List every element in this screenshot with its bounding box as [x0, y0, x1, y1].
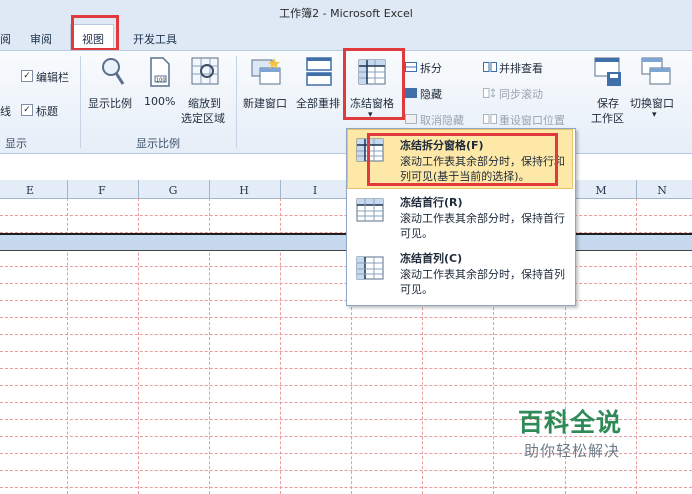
group-separator	[80, 56, 81, 148]
grid-row-line	[0, 487, 692, 488]
zoom-button[interactable]: 显示比例	[88, 95, 132, 111]
switch-windows-icon[interactable]	[640, 56, 672, 88]
freeze-first-column-icon	[356, 256, 384, 280]
freeze-panes-menu-desc: 滚动工作表其余部分时，保持行和列可见(基于当前的选择)。	[400, 155, 565, 183]
formula-bar-label: 编辑栏	[36, 71, 69, 84]
save-workspace-line1[interactable]: 保存	[597, 95, 619, 111]
zoom-selection-icon[interactable]	[190, 56, 220, 88]
reset-position-icon	[483, 114, 497, 124]
column-divider	[280, 180, 281, 198]
zoom-group-label: 显示比例	[136, 137, 180, 150]
column-header-m[interactable]: M	[591, 184, 611, 197]
column-header-i[interactable]: I	[305, 184, 325, 197]
tab-view[interactable]: 视图	[82, 31, 104, 47]
switch-windows-button[interactable]: 切换窗口	[630, 95, 674, 111]
freeze-top-row-title[interactable]: 冻结首行(R)	[400, 194, 463, 210]
new-window-icon[interactable]	[250, 56, 282, 88]
reset-position-button: 重设窗口位置	[499, 114, 565, 127]
freeze-top-row-icon	[356, 198, 384, 222]
switch-windows-dropdown-icon[interactable]: ▾	[652, 110, 657, 120]
column-divider	[138, 180, 139, 198]
freeze-panes-dropdown-icon[interactable]: ▾	[368, 110, 373, 120]
tab-partial[interactable]: 阅	[0, 31, 11, 47]
window-title: 工作簿2 - Microsoft Excel	[279, 7, 413, 20]
formula-bar-checkbox[interactable]: ✓	[21, 70, 33, 82]
grid-row-line	[0, 351, 692, 352]
freeze-first-column-desc: 滚动工作表其余部分时，保持首列可见。	[400, 268, 565, 296]
side-by-side-icon[interactable]	[483, 62, 497, 72]
column-header-h[interactable]: H	[234, 184, 254, 197]
split-button[interactable]: 拆分	[420, 60, 442, 76]
unhide-button: 取消隐藏	[420, 114, 464, 127]
new-window-button[interactable]: 新建窗口	[243, 95, 287, 111]
column-header-n[interactable]: N	[652, 184, 672, 197]
save-workspace-line2[interactable]: 工作区	[591, 110, 624, 126]
grid-row-line	[0, 317, 692, 318]
headings-checkbox[interactable]: ✓	[21, 104, 33, 116]
column-divider	[67, 180, 68, 198]
column-header-f[interactable]: F	[92, 184, 112, 197]
column-header-g[interactable]: G	[163, 184, 183, 197]
grid-row-line	[0, 470, 692, 471]
side-by-side-button[interactable]: 并排查看	[499, 60, 543, 76]
headings-label: 标题	[36, 105, 58, 118]
magnifier-icon[interactable]	[100, 56, 126, 88]
tab-review[interactable]: 审阅	[30, 31, 52, 47]
zoom-100-icon[interactable]: 100	[148, 56, 172, 88]
column-divider	[636, 180, 637, 198]
arrange-all-icon[interactable]	[305, 56, 333, 88]
freeze-panes-button[interactable]: 冻结窗格	[350, 95, 394, 111]
tab-developer[interactable]: 开发工具	[133, 31, 177, 47]
zoom-selection-line2[interactable]: 选定区域	[181, 110, 225, 126]
column-divider	[209, 180, 210, 198]
gridlines-label-partial: 线	[0, 105, 11, 118]
freeze-panes-menu-title: 冻结拆分窗格(F)	[400, 139, 484, 152]
column-header-e[interactable]: E	[20, 184, 40, 197]
unhide-icon	[405, 114, 417, 124]
hide-icon[interactable]	[405, 88, 417, 98]
hide-button[interactable]: 隐藏	[420, 86, 442, 102]
svg-text:100: 100	[156, 78, 166, 84]
sync-scroll-icon	[483, 88, 496, 98]
watermark-title: 百科全说	[518, 408, 623, 437]
sync-scroll-button: 同步滚动	[499, 88, 543, 101]
grid-row-line	[0, 368, 692, 369]
zoom-100-button[interactable]: 100%	[144, 95, 175, 108]
save-workspace-icon[interactable]	[593, 56, 623, 88]
freeze-first-column-title[interactable]: 冻结首列(C)	[400, 250, 462, 266]
group-separator	[236, 56, 237, 148]
grid-row-line	[0, 385, 692, 386]
grid-row-line	[0, 334, 692, 335]
show-group-label: 显示	[5, 137, 27, 150]
split-icon[interactable]	[405, 62, 417, 72]
zoom-selection-line1[interactable]: 缩放到	[188, 95, 221, 111]
watermark-subtitle: 助你轻松解决	[524, 442, 621, 460]
arrange-all-button[interactable]: 全部重排	[296, 95, 340, 111]
freeze-top-row-desc: 滚动工作表其余部分时，保持首行可见。	[400, 212, 565, 240]
freeze-panes-icon[interactable]	[357, 58, 387, 88]
freeze-panes-menu-icon	[356, 138, 384, 162]
